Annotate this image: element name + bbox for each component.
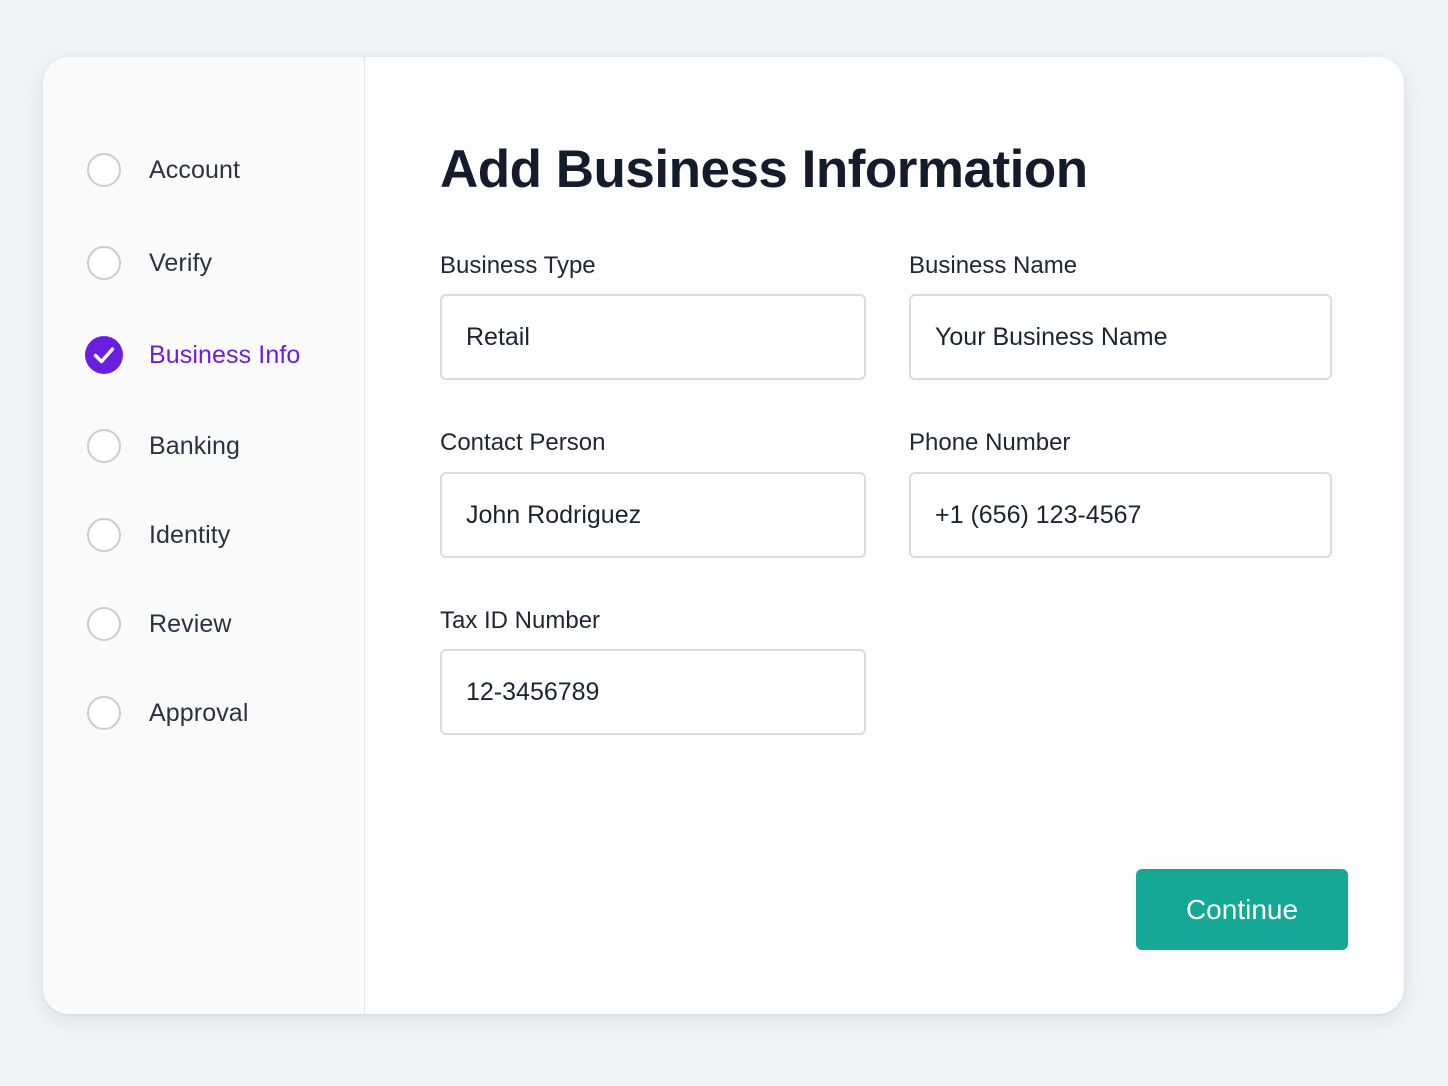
step-review[interactable]: Review	[87, 604, 232, 644]
step-label: Business Info	[149, 340, 301, 369]
step-approval[interactable]: Approval	[87, 693, 248, 733]
phone-number-input[interactable]	[909, 472, 1332, 558]
progress-sidebar: Account Verify Business Info Banking Ide…	[43, 57, 365, 1014]
continue-button[interactable]: Continue	[1136, 869, 1348, 950]
form-panel: Add Business Information Business Type B…	[365, 57, 1404, 1014]
step-verify[interactable]: Verify	[87, 243, 212, 283]
step-label: Identity	[149, 520, 231, 549]
contact-person-input[interactable]	[440, 472, 866, 558]
step-label: Review	[149, 609, 232, 638]
step-identity[interactable]: Identity	[87, 515, 230, 555]
tax-id-input[interactable]	[440, 649, 866, 735]
business-name-label: Business Name	[909, 252, 1078, 279]
business-type-input[interactable]	[440, 294, 866, 380]
step-circle-icon	[87, 518, 121, 552]
step-account[interactable]: Account	[87, 150, 240, 190]
step-circle-icon	[87, 153, 121, 187]
check-circle-icon	[85, 336, 123, 374]
step-label: Verify	[149, 248, 213, 277]
step-label: Banking	[149, 431, 241, 460]
business-name-input[interactable]	[909, 294, 1332, 380]
step-circle-icon	[87, 696, 121, 730]
phone-number-label: Phone Number	[909, 429, 1071, 456]
tax-id-label: Tax ID Number	[440, 607, 601, 634]
step-label: Approval	[149, 698, 249, 727]
page-title: Add Business Information	[440, 140, 1088, 199]
step-business-info[interactable]: Business Info	[85, 335, 301, 375]
step-banking[interactable]: Banking	[87, 426, 240, 466]
onboarding-card: Account Verify Business Info Banking Ide…	[43, 57, 1404, 1014]
step-circle-icon	[87, 429, 121, 463]
contact-person-label: Contact Person	[440, 429, 606, 456]
step-label: Account	[149, 155, 241, 184]
step-circle-icon	[87, 246, 121, 280]
step-circle-icon	[87, 607, 121, 641]
business-type-label: Business Type	[440, 252, 596, 279]
